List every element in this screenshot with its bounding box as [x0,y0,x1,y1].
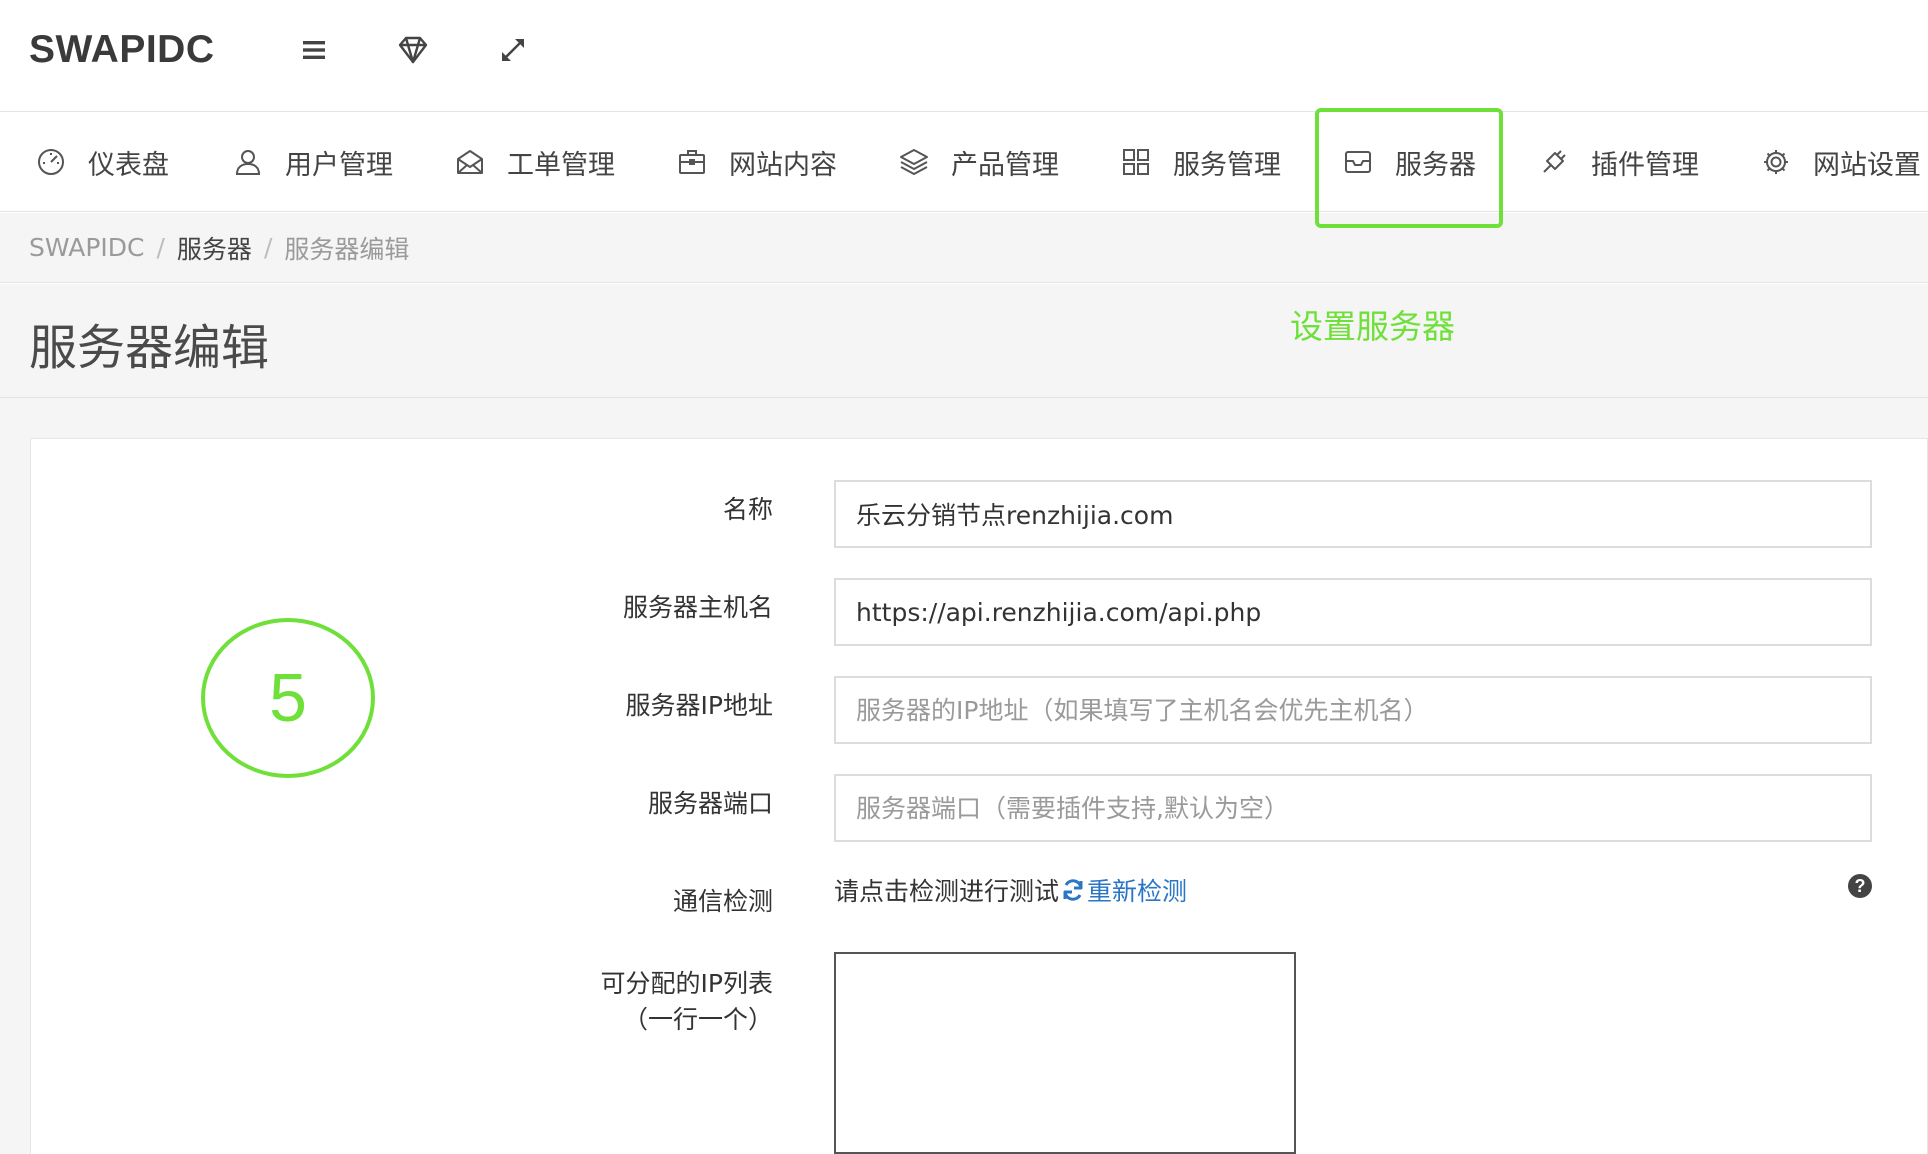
nav-label: 产品管理 [951,149,1059,181]
port-label: 服务器端口 [647,789,773,818]
breadcrumb-current: 服务器编辑 [284,234,410,264]
breadcrumb-servers[interactable]: 服务器 [177,230,252,266]
annotation-text: 设置服务器 [1290,307,1455,346]
nav-label: 工单管理 [507,149,615,181]
hostname-label: 服务器主机名 [622,593,773,622]
refresh-icon [1063,879,1083,901]
nav-label: 网站内容 [729,149,837,181]
envelope-icon [455,147,485,177]
briefcase-icon [677,147,707,177]
nav-item-plugins[interactable]: 插件管理 [1539,112,1699,212]
nav-item-tickets[interactable]: 工单管理 [455,112,615,212]
nav-label: 网站设置 [1813,149,1921,181]
page-header: 服务器编辑 设置服务器 [0,284,1928,398]
nav-item-servers[interactable]: 服务器 [1343,112,1476,212]
recheck-link[interactable]: 重新检测 [1059,872,1187,908]
nav-item-dashboard[interactable]: 仪表盘 [36,112,169,212]
ip-label: 服务器IP地址 [625,691,773,720]
nav-item-settings[interactable]: 网站设置 [1761,112,1921,212]
page-title: 服务器编辑 [29,320,270,376]
breadcrumb-separator: / [263,233,273,262]
gear-icon [1761,147,1791,177]
ip-list-label-line2: （一行一个） [622,1005,773,1034]
check-label: 通信检测 [672,887,773,916]
breadcrumb-separator: / [156,233,165,262]
nav-label: 用户管理 [285,149,393,181]
inbox-icon [1343,147,1373,177]
diamond-icon[interactable] [395,32,431,68]
nav-item-users[interactable]: 用户管理 [233,112,393,212]
port-input[interactable] [834,774,1872,842]
ip-list-label-line1: 可分配的IP列表 [600,969,773,998]
nav-label: 服务器 [1395,149,1476,181]
step-number-badge: 5 [201,618,375,778]
main-nav: 仪表盘 用户管理 工单管理 网站内容 产品管理 服务管理 服务器 插件管理 网站… [0,112,1928,212]
user-icon [233,147,263,177]
recheck-label: 重新检测 [1087,877,1188,906]
menu-icon[interactable] [296,32,332,68]
ip-list-textarea[interactable] [834,952,1296,1154]
expand-icon[interactable] [495,32,531,68]
nav-label: 插件管理 [1591,149,1699,181]
nav-label: 仪表盘 [88,149,169,181]
nav-item-products[interactable]: 产品管理 [899,112,1059,212]
help-icon[interactable]: ? [1848,874,1872,898]
name-input[interactable] [834,480,1872,548]
grid-icon [1121,147,1151,177]
brand-logo[interactable]: SWAPIDC [29,28,215,72]
breadcrumb-home[interactable]: SWAPIDC [29,233,144,262]
nav-label: 服务管理 [1173,149,1281,181]
hostname-input[interactable] [834,578,1872,646]
check-hint: 请点击检测进行测试 [834,877,1060,906]
breadcrumb: SWAPIDC / 服务器 / 服务器编辑 [0,213,1928,283]
plug-icon [1539,147,1569,177]
nav-item-site-content[interactable]: 网站内容 [677,112,837,212]
top-header: SWAPIDC [0,0,1928,112]
dashboard-icon [36,147,66,177]
connection-check: 请点击检测进行测试 重新检测 [834,872,1187,908]
nav-item-services[interactable]: 服务管理 [1121,112,1281,212]
ip-input[interactable] [834,676,1872,744]
layers-icon [899,147,929,177]
ip-list-label: 可分配的IP列表 （一行一个） [601,966,773,1038]
name-label: 名称 [722,495,773,524]
